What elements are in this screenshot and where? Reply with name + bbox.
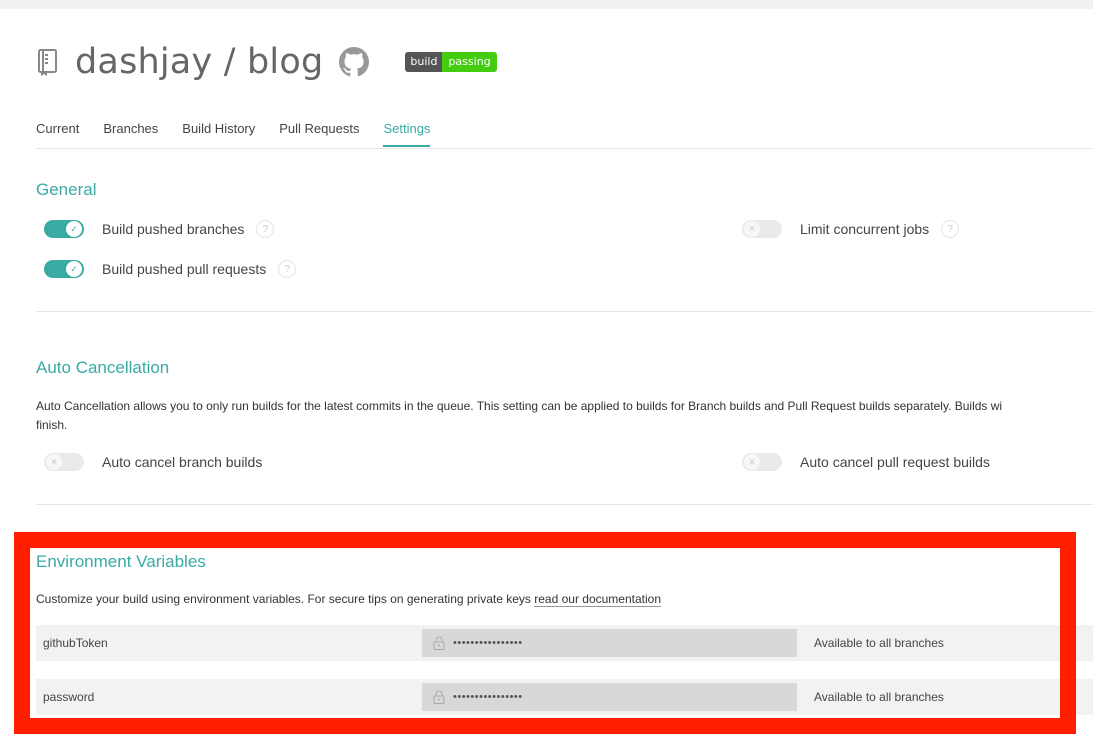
limit-concurrent-row: ✕ Limit concurrent jobs ?	[742, 219, 960, 239]
env-var-branch-scope: Available to all branches	[814, 690, 944, 704]
tab-branches[interactable]: Branches	[103, 118, 158, 147]
limit-concurrent-label: Limit concurrent jobs	[800, 221, 930, 237]
section-divider	[36, 504, 1093, 505]
env-var-branch-scope: Available to all branches	[814, 636, 944, 650]
cross-icon: ✕	[744, 454, 760, 470]
build-pushed-branches-row: ✓ Build pushed branches ?	[44, 219, 275, 239]
env-var-name: githubToken	[43, 636, 108, 650]
documentation-link[interactable]: read our documentation	[534, 592, 661, 607]
env-var-row: githubToken •••••••••••••••• Available t…	[36, 625, 1093, 661]
section-divider	[36, 311, 1093, 312]
repo-book-icon	[38, 49, 57, 76]
github-icon[interactable]	[339, 47, 370, 77]
auto-cancel-description: Auto Cancellation allows you to only run…	[36, 397, 1093, 435]
badge-status: passing	[442, 52, 497, 72]
general-section-title: General	[36, 180, 97, 199]
env-var-name: password	[43, 690, 95, 704]
tab-build-history[interactable]: Build History	[182, 118, 255, 147]
lock-icon	[433, 636, 445, 650]
auto-cancel-branch-label: Auto cancel branch builds	[102, 454, 263, 470]
auto-cancel-pr-row: ✕ Auto cancel pull request builds	[742, 452, 990, 472]
repo-tabs: Current Branches Build History Pull Requ…	[36, 118, 1093, 149]
build-pushed-prs-toggle[interactable]: ✓	[44, 260, 84, 278]
env-description: Customize your build using environment v…	[36, 590, 661, 609]
build-pushed-prs-label: Build pushed pull requests	[102, 261, 267, 277]
auto-cancel-branch-row: ✕ Auto cancel branch builds	[44, 452, 262, 472]
env-var-row: password •••••••••••••••• Available to a…	[36, 679, 1093, 715]
env-var-value-field[interactable]: ••••••••••••••••	[422, 629, 797, 657]
auto-cancel-desc-line1: Auto Cancellation allows you to only run…	[36, 399, 1003, 413]
env-section-title: Environment Variables	[36, 552, 206, 571]
help-icon[interactable]: ?	[256, 220, 275, 238]
build-status-badge[interactable]: build passing	[405, 52, 497, 72]
auto-cancel-pr-toggle[interactable]: ✕	[742, 453, 782, 471]
cross-icon: ✕	[46, 454, 62, 470]
build-pushed-prs-row: ✓ Build pushed pull requests ?	[44, 259, 297, 279]
tab-pull-requests[interactable]: Pull Requests	[279, 118, 359, 147]
repo-title[interactable]: dashjay / blog	[75, 42, 323, 82]
help-icon[interactable]: ?	[278, 260, 297, 278]
auto-cancel-branch-toggle[interactable]: ✕	[44, 453, 84, 471]
check-icon: ✓	[66, 261, 82, 277]
tab-settings[interactable]: Settings	[383, 118, 431, 147]
build-pushed-branches-label: Build pushed branches	[102, 221, 245, 237]
badge-label: build	[405, 52, 443, 72]
limit-concurrent-toggle[interactable]: ✕	[742, 220, 782, 238]
env-var-masked-value: ••••••••••••••••	[453, 637, 523, 649]
auto-cancel-section-title: Auto Cancellation	[36, 358, 170, 377]
repo-header: dashjay / blog build passing	[36, 40, 497, 84]
env-var-masked-value: ••••••••••••••••	[453, 691, 523, 703]
auto-cancel-pr-label: Auto cancel pull request builds	[800, 454, 990, 470]
lock-icon	[433, 690, 445, 704]
help-icon[interactable]: ?	[941, 220, 960, 238]
tab-current[interactable]: Current	[36, 118, 79, 147]
env-var-value-field[interactable]: ••••••••••••••••	[422, 683, 797, 711]
auto-cancel-desc-line2: finish.	[36, 418, 68, 432]
env-desc-text: Customize your build using environment v…	[36, 592, 535, 606]
top-bar	[0, 0, 1093, 9]
build-pushed-branches-toggle[interactable]: ✓	[44, 220, 84, 238]
check-icon: ✓	[66, 221, 82, 237]
cross-icon: ✕	[744, 221, 760, 237]
